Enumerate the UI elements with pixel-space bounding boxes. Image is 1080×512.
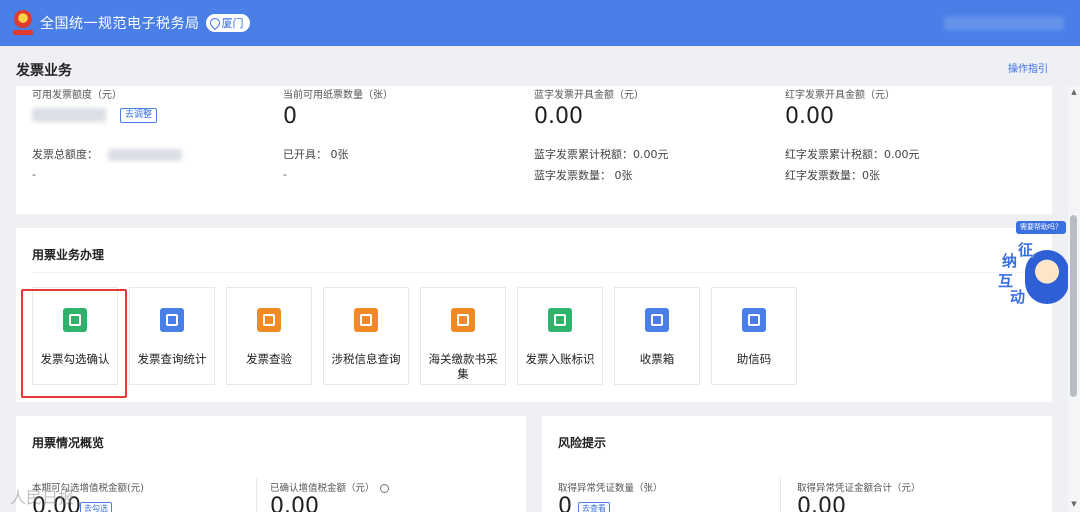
usage-overview-card: 用票情况概览 本期可勾选增值税金额(元) 0.00 去勾选 已确认增值税金额（元…	[16, 416, 526, 512]
usage-section-title: 用票情况概览	[32, 436, 105, 450]
scroll-down-arrow-icon[interactable]: ▼	[1070, 500, 1078, 508]
risk-alert-card: 风险提示 取得异常凭证数量（张） 0 去查看 取得异常凭证金额合计（元） 0.0…	[542, 416, 1052, 512]
blue-invoice-column: 蓝字发票开具金额（元） 0.00 蓝字发票累计税额：0.00元 蓝字发票数量： …	[534, 86, 774, 214]
abnormal-count-value: 0	[558, 494, 572, 512]
adjust-quota-button[interactable]: 去调整	[120, 108, 158, 123]
available-amount-blurred	[32, 108, 106, 122]
confirmed-vat-value: 0.00	[270, 494, 319, 512]
user-info-blurred[interactable]	[944, 16, 1064, 30]
business-tile[interactable]: 发票入账标识	[517, 287, 603, 385]
city-label: 厦门	[221, 17, 244, 30]
inbox-icon	[645, 308, 669, 332]
blue-count-label: 蓝字发票数量： 0张	[534, 169, 633, 182]
scrollbar-thumb[interactable]	[1070, 215, 1077, 397]
tax-info-icon	[354, 308, 378, 332]
business-tile[interactable]: 涉税信息查询	[323, 287, 409, 385]
business-tile[interactable]: 发票查询统计	[129, 287, 215, 385]
red-tax-label: 红字发票累计税额：0.00元	[785, 148, 920, 161]
paper-count-value: 0	[283, 104, 297, 129]
available-amount-label: 可用发票额度（元）	[32, 90, 122, 101]
page-header: 发票业务 操作指引	[0, 46, 1080, 86]
total-amount-label: 发票总额度：	[32, 146, 182, 162]
scroll-up-arrow-icon[interactable]: ▲	[1070, 88, 1078, 96]
total-amount-dash: -	[32, 168, 36, 181]
total-amount-blurred	[107, 149, 182, 161]
red-amount-label: 红字发票开具金额（元）	[785, 90, 895, 101]
invoice-query-icon	[160, 308, 184, 332]
paper-count-column: 当前可用纸票数量（张） 0 已开具： 0张 -	[283, 86, 523, 214]
divider	[780, 478, 781, 512]
business-tile[interactable]: 收票箱	[614, 287, 700, 385]
go-select-button[interactable]: 去勾选	[80, 502, 112, 512]
business-tile-label: 收票箱	[639, 352, 675, 366]
qr-code-icon	[742, 308, 766, 332]
issued-count: 已开具： 0张	[283, 148, 349, 161]
business-tile[interactable]: 海关缴款书采集	[420, 287, 506, 385]
paper-count-label: 当前可用纸票数量（张）	[283, 90, 393, 101]
help-pill[interactable]: 需要帮助吗？	[1016, 221, 1066, 234]
invoice-business-card: 用票业务办理 发票勾选确认 发票查询统计 发票查验 涉税信息查询 海关缴款书采集 发票入账…	[16, 228, 1052, 402]
business-tile-label: 发票查验	[246, 352, 292, 366]
issued-dash: -	[283, 168, 287, 181]
abnormal-amount-label: 取得异常凭证金额合计（元）	[797, 483, 921, 494]
confirmed-vat-label: 已确认增值税金额（元）	[270, 480, 389, 494]
business-tile-label: 发票查询统计	[137, 352, 207, 366]
business-section-title: 用票业务办理	[32, 248, 105, 262]
selected-tile-highlight	[21, 289, 127, 398]
divider	[32, 272, 1036, 273]
red-amount-value: 0.00	[785, 104, 834, 129]
blue-amount-label: 蓝字发票开具金额（元）	[534, 90, 644, 101]
available-quota-column: 可用发票额度（元） 去调整 发票总额度： -	[32, 86, 272, 214]
info-icon[interactable]	[379, 484, 389, 493]
business-tile-label: 发票入账标识	[525, 352, 595, 366]
operation-guide-link[interactable]: 操作指引	[1008, 60, 1048, 75]
page-title: 发票业务	[16, 63, 72, 79]
location-pin-icon	[207, 15, 222, 31]
customs-collect-icon	[451, 308, 475, 332]
invoice-quota-card: 可用发票额度（元） 去调整 发票总额度： - 当前可用纸票数量（张） 0 已开具…	[16, 86, 1052, 214]
abnormal-count-label: 取得异常凭证数量（张）	[558, 483, 663, 494]
business-tile-label: 涉税信息查询	[331, 352, 401, 366]
business-tile[interactable]: 发票查验	[226, 287, 312, 385]
helper-char-2[interactable]: 征	[1018, 239, 1033, 260]
blue-amount-value: 0.00	[534, 104, 583, 129]
red-invoice-column: 红字发票开具金额（元） 0.00 红字发票累计税额：0.00元 红字发票数量：0…	[785, 86, 1025, 214]
business-tile[interactable]: 助信码	[711, 287, 797, 385]
blue-tax-label: 蓝字发票累计税额：0.00元	[534, 148, 669, 161]
top-bar: 全国统一规范电子税务局 厦门	[0, 0, 1080, 46]
risk-section-title: 风险提示	[558, 436, 607, 450]
business-tile-label: 海关缴款书采集	[428, 352, 498, 381]
helper-char-4[interactable]: 动	[1010, 286, 1025, 307]
site-title: 全国统一规范电子税务局	[40, 16, 200, 32]
tax-bureau-logo-icon	[12, 10, 34, 36]
red-count-label: 红字发票数量：0张	[785, 169, 880, 182]
invoice-entry-icon	[548, 308, 572, 332]
divider	[256, 478, 257, 512]
watermark: 人民日报	[10, 488, 75, 507]
city-selector[interactable]: 厦门	[205, 14, 250, 32]
business-tile-label: 助信码	[736, 352, 772, 366]
abnormal-amount-value: 0.00	[797, 494, 846, 512]
invoice-verify-icon	[257, 308, 281, 332]
helper-char-1[interactable]: 纳	[1002, 250, 1017, 271]
go-view-button[interactable]: 去查看	[578, 502, 610, 512]
